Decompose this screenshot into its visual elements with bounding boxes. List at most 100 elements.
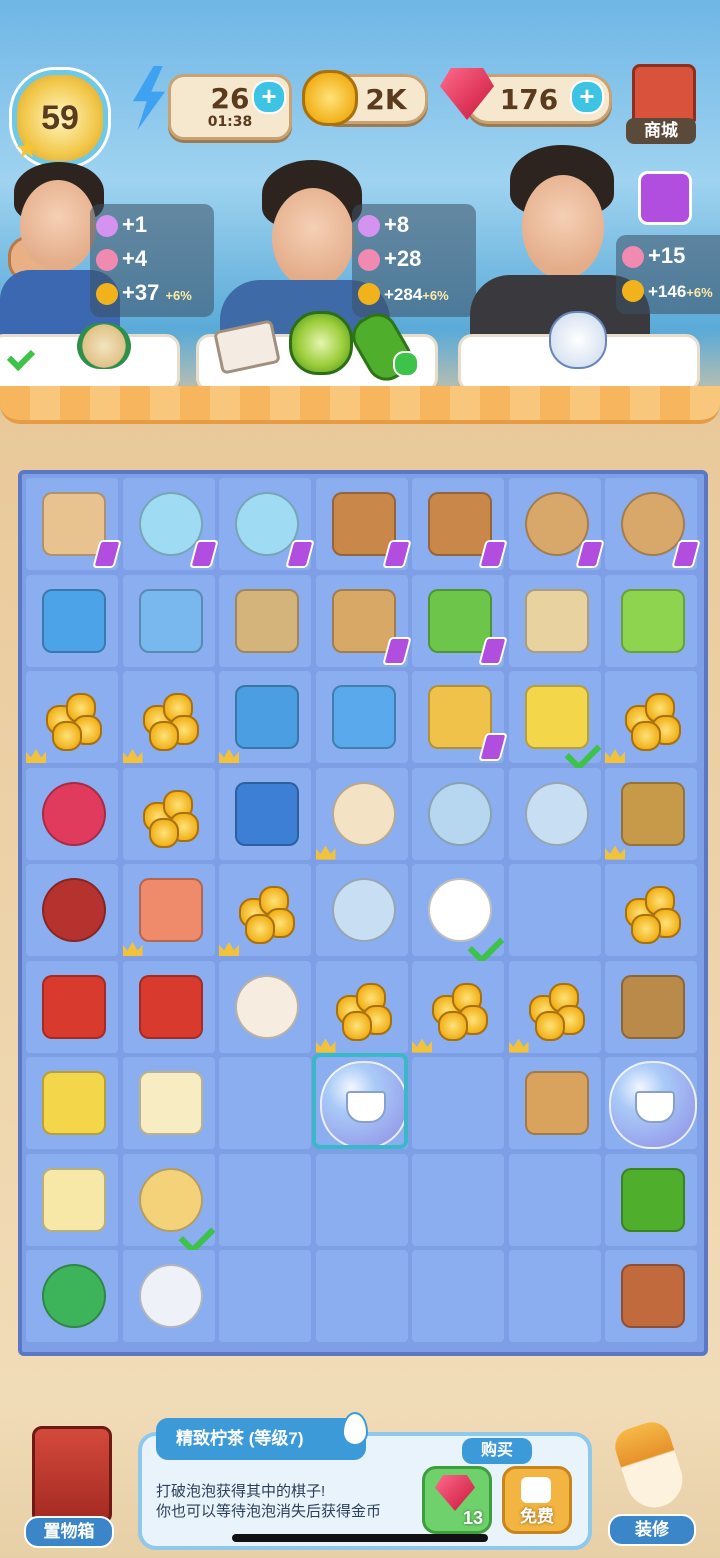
hourglass-bag-icon bbox=[621, 781, 685, 846]
board-cell-fishing-rod[interactable] bbox=[219, 574, 311, 667]
board-cell-empty[interactable] bbox=[508, 1153, 601, 1246]
board-cell-ruby[interactable] bbox=[26, 767, 118, 860]
board-cell-picnic-basket[interactable] bbox=[315, 478, 412, 570]
board-cell-coins[interactable] bbox=[122, 671, 215, 763]
board-cell-lemon-cake[interactable] bbox=[26, 1057, 118, 1149]
board-cell-coins[interactable] bbox=[219, 864, 311, 956]
basket-cart-icon bbox=[331, 588, 396, 653]
board-cell-steamed-bun[interactable] bbox=[219, 960, 311, 1053]
coins-icon bbox=[139, 685, 199, 751]
board-cell-green-orb[interactable] bbox=[26, 1250, 118, 1342]
lime-slice-icon bbox=[289, 311, 353, 375]
board-cell-empty[interactable] bbox=[219, 1057, 311, 1149]
board-cell-coins[interactable] bbox=[605, 864, 697, 956]
board-cell-empty[interactable] bbox=[412, 1057, 504, 1149]
coin-icon bbox=[358, 283, 380, 306]
board-cell-basket-cart[interactable] bbox=[315, 574, 412, 667]
board-cell-coins[interactable] bbox=[605, 671, 697, 763]
flower-icon bbox=[96, 215, 118, 238]
board-cell-white-teapot[interactable] bbox=[122, 1250, 215, 1342]
board-cell-empty[interactable] bbox=[508, 864, 601, 956]
home-indicator bbox=[232, 1534, 488, 1542]
board-cell-fridge-open[interactable] bbox=[122, 574, 215, 667]
board-cell-strawberry[interactable] bbox=[122, 960, 215, 1053]
board-cell-pomegranate[interactable] bbox=[26, 864, 118, 956]
board-cell-roast-meat[interactable] bbox=[605, 1250, 697, 1342]
watch-ad-free-button[interactable]: 免费 bbox=[502, 1466, 572, 1534]
fishing-net-icon bbox=[524, 588, 589, 653]
candy-reward: +4 bbox=[122, 246, 148, 271]
blender-icon bbox=[428, 685, 492, 749]
spatula-icon bbox=[524, 1071, 589, 1135]
board-cell-layer-cake[interactable] bbox=[122, 1057, 215, 1149]
add-energy-button[interactable]: + bbox=[252, 80, 286, 114]
board-cell-fishing-net[interactable] bbox=[508, 574, 601, 667]
board-cell-flower-bowl[interactable] bbox=[315, 864, 408, 956]
board-cell-lemon-cake[interactable] bbox=[508, 671, 601, 772]
board-cell-cucumber[interactable] bbox=[605, 1153, 697, 1246]
board-cell-gift-bag[interactable] bbox=[26, 478, 122, 570]
picnic-basket-icon bbox=[331, 492, 396, 556]
board-cell-bowl[interactable] bbox=[412, 767, 504, 860]
board-cell-coins[interactable] bbox=[122, 767, 215, 860]
board-cell-teapot[interactable] bbox=[412, 864, 505, 965]
board-cell-coins[interactable] bbox=[26, 671, 118, 763]
board-cell-hourglass-bag[interactable] bbox=[605, 767, 697, 860]
customer-2-order-tray[interactable] bbox=[196, 306, 438, 392]
customer-1-order-tray[interactable] bbox=[0, 323, 180, 392]
board-cell-coins[interactable] bbox=[412, 960, 504, 1053]
board-cell-empty[interactable] bbox=[315, 1153, 408, 1246]
decorate-label: 装修 bbox=[608, 1514, 696, 1546]
board-cell-coins[interactable] bbox=[315, 960, 408, 1053]
decorate-button[interactable]: 装修 bbox=[598, 1417, 702, 1548]
shop-button[interactable]: 商城 bbox=[626, 64, 696, 146]
fishing-rod-icon bbox=[235, 588, 299, 653]
board-cell-tea-bubble[interactable] bbox=[311, 1053, 408, 1149]
board-cell-hourglass[interactable] bbox=[605, 960, 697, 1053]
boost-lightning-button[interactable] bbox=[638, 171, 692, 225]
board-cell-fishbowl[interactable] bbox=[122, 478, 219, 570]
board-cell-coins[interactable] bbox=[508, 960, 601, 1053]
board-cell-tea-bubble[interactable] bbox=[605, 1057, 697, 1149]
board-cell-empty[interactable] bbox=[508, 1250, 601, 1342]
board-cell-strawberry[interactable] bbox=[26, 960, 118, 1053]
storage-box-button[interactable]: 置物箱 bbox=[24, 1426, 114, 1548]
coins-icon bbox=[332, 975, 392, 1041]
board-cell-empty[interactable] bbox=[412, 1250, 504, 1342]
board-cell-cooler-box[interactable] bbox=[219, 671, 311, 763]
board-cell-fridge[interactable] bbox=[26, 574, 118, 667]
board-cell-picnic-basket[interactable] bbox=[412, 478, 508, 570]
add-gems-button[interactable]: + bbox=[570, 80, 604, 114]
board-cell-ice-bucket[interactable] bbox=[315, 671, 408, 763]
board-cell-flower-bowl[interactable] bbox=[508, 767, 601, 860]
board-cell-treasure-chest[interactable] bbox=[219, 767, 311, 860]
board-cell-spatula[interactable] bbox=[508, 1057, 601, 1149]
tea-bubble-icon bbox=[609, 1061, 697, 1149]
board-cell-frying-pan[interactable] bbox=[315, 767, 408, 860]
board-cell-empty[interactable] bbox=[219, 1153, 311, 1246]
board-cell-rice-cooker[interactable] bbox=[605, 478, 701, 570]
cart-icon bbox=[393, 351, 419, 377]
board-cell-fish-platter[interactable] bbox=[122, 864, 215, 956]
board-cell-blender[interactable] bbox=[412, 671, 508, 763]
crown-icon bbox=[605, 845, 625, 860]
board-cell-rice-cooker[interactable] bbox=[508, 478, 605, 570]
board-cell-empty[interactable] bbox=[219, 1250, 311, 1342]
crown-icon bbox=[219, 749, 239, 763]
free-label: 免费 bbox=[520, 1507, 554, 1526]
board-cell-juicer[interactable] bbox=[605, 574, 697, 667]
crown-icon bbox=[26, 749, 46, 763]
desc-line-1: 打破泡泡获得其中的棋子! bbox=[156, 1483, 326, 1500]
buy-with-gems-button[interactable]: 13 bbox=[422, 1466, 492, 1534]
flower-icon bbox=[358, 215, 380, 238]
candy-icon bbox=[358, 249, 380, 272]
rice-cooker-icon bbox=[524, 492, 589, 556]
customer-3-order-tray[interactable] bbox=[458, 311, 700, 392]
board-cell-empty[interactable] bbox=[412, 1153, 504, 1246]
board-cell-tofu-dessert[interactable] bbox=[26, 1153, 118, 1246]
board-cell-coffee-machine[interactable] bbox=[412, 574, 508, 667]
green-orb-icon bbox=[42, 1264, 106, 1328]
board-cell-tea-cup[interactable] bbox=[122, 1153, 215, 1254]
board-cell-fishbowl-duck[interactable] bbox=[219, 478, 315, 570]
board-cell-empty[interactable] bbox=[315, 1250, 408, 1342]
